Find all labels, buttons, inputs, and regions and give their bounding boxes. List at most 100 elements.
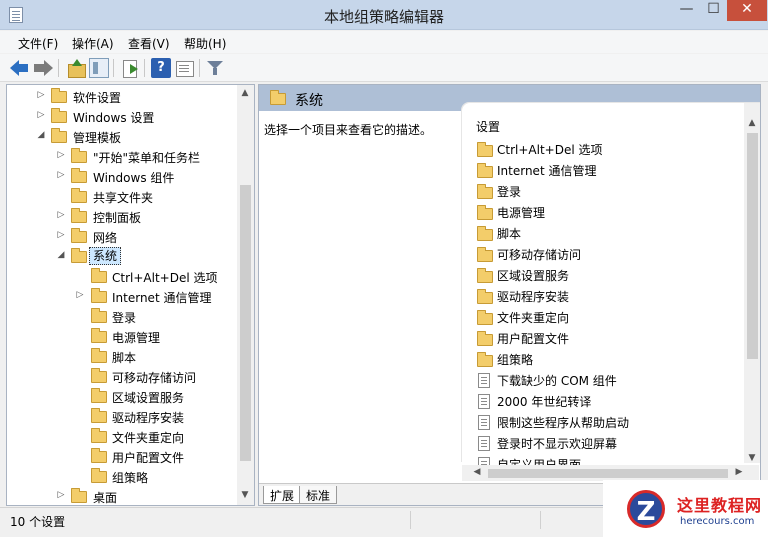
forward-arrow-icon[interactable]	[33, 58, 53, 78]
policy-setting-icon	[478, 415, 490, 430]
folder-icon	[71, 248, 87, 263]
status-separator	[540, 511, 541, 529]
tab-standard[interactable]: 标准	[299, 486, 338, 504]
folder-icon	[477, 142, 493, 157]
tree-item-label: Windows 组件	[93, 171, 175, 185]
menu-bar: 文件(F) 操作(A) 查看(V) 帮助(H)	[0, 31, 768, 53]
folder-icon	[91, 288, 107, 303]
folder-icon	[51, 108, 67, 123]
folder-icon	[91, 468, 107, 483]
scroll-up-arrow-icon[interactable]: ▲	[238, 88, 252, 98]
minimize-button[interactable]: —	[673, 0, 700, 21]
tree-vertical-scrollbar[interactable]: ▲ ▼	[237, 85, 254, 505]
list-scrollbar-thumb[interactable]	[747, 133, 758, 359]
window-title: 本地组策略编辑器	[323, 8, 444, 26]
list-vertical-scrollbar[interactable]: ▲ ▼	[744, 103, 760, 463]
collapse-arrow-icon[interactable]: ◢	[56, 250, 66, 260]
expand-arrow-icon[interactable]: ▷	[56, 170, 66, 180]
folder-icon	[477, 184, 493, 199]
watermark-url: herecours.com	[680, 516, 755, 527]
tree-item-label: 区域设置服务	[112, 391, 185, 405]
tree-item-label: 用户配置文件	[112, 451, 185, 465]
expand-arrow-icon[interactable]: ▷	[75, 290, 85, 300]
horizontal-scrollbar-thumb[interactable]	[488, 469, 728, 478]
folder-icon	[477, 310, 493, 325]
list-item-label: 脚本	[497, 227, 522, 241]
expand-arrow-icon[interactable]: ▷	[36, 110, 46, 120]
expand-arrow-icon[interactable]: ▷	[56, 490, 66, 500]
status-separator	[410, 511, 411, 529]
scroll-right-arrow-icon[interactable]: ▶	[732, 467, 746, 477]
list-item-label: 文件夹重定向	[497, 311, 570, 325]
folder-icon	[91, 368, 107, 383]
folder-icon	[71, 228, 87, 243]
tree-item-label: 登录	[112, 311, 137, 325]
tree-item-label: 网络	[93, 231, 118, 245]
expand-arrow-icon[interactable]: ▷	[56, 210, 66, 220]
tree-item-label: Internet 通信管理	[112, 291, 212, 305]
watermark-title: 这里教程网	[677, 496, 763, 515]
title-bar: 本地组策略编辑器 — ☐ ✕	[0, 0, 768, 30]
scroll-left-arrow-icon[interactable]: ◀	[470, 467, 484, 477]
item-description: 选择一个项目来查看它的描述。	[264, 123, 433, 137]
export-list-icon[interactable]	[120, 58, 140, 78]
list-item-label: 下载缺少的 COM 组件	[497, 374, 617, 388]
folder-icon	[51, 88, 67, 103]
column-header-settings[interactable]: 设置	[476, 118, 500, 135]
folder-icon	[477, 205, 493, 220]
tree-item-label: 控制面板	[93, 211, 142, 225]
scroll-up-arrow-icon[interactable]: ▲	[745, 118, 759, 128]
list-item-label: 用户配置文件	[497, 332, 570, 346]
filter-icon[interactable]	[205, 58, 225, 78]
toolbar: ?	[0, 54, 768, 82]
expand-arrow-icon[interactable]: ▷	[56, 230, 66, 240]
menu-help[interactable]: 帮助(H)	[184, 35, 226, 52]
expand-arrow-icon[interactable]: ▷	[36, 90, 46, 100]
maximize-button[interactable]: ☐	[700, 0, 727, 21]
show-tree-icon[interactable]	[89, 58, 109, 78]
folder-icon	[71, 148, 87, 163]
tree-scrollbar-thumb[interactable]	[240, 185, 251, 461]
scroll-down-arrow-icon[interactable]: ▼	[745, 453, 759, 463]
scroll-down-arrow-icon[interactable]: ▼	[238, 490, 252, 500]
tree-item-label: 脚本	[112, 351, 137, 365]
list-item-label: 区域设置服务	[497, 269, 570, 283]
settings-list: 设置 Ctrl+Alt+Del 选项 Internet 通信管理 登录 电源管理…	[462, 103, 760, 472]
menu-action[interactable]: 操作(A)	[72, 35, 114, 52]
folder-icon	[71, 168, 87, 183]
status-settings-count: 10 个设置	[10, 515, 66, 529]
list-item-label: 限制这些程序从帮助启动	[497, 416, 630, 430]
folder-icon	[71, 208, 87, 223]
menu-file[interactable]: 文件(F)	[18, 35, 58, 52]
list-horizontal-scrollbar[interactable]: ◀ ▶	[462, 465, 759, 481]
tab-extended[interactable]: 扩展	[263, 486, 302, 504]
tree-item-label: 管理模板	[73, 131, 122, 145]
up-folder-icon[interactable]	[66, 58, 86, 78]
help-icon[interactable]: ?	[151, 58, 171, 78]
back-arrow-icon[interactable]	[10, 58, 30, 78]
folder-icon	[477, 352, 493, 367]
folder-icon	[477, 226, 493, 241]
folder-icon	[91, 428, 107, 443]
close-button[interactable]: ✕	[727, 0, 767, 21]
folder-icon	[477, 268, 493, 283]
toolbar-separator	[144, 59, 145, 77]
tree-item-label: 电源管理	[112, 331, 161, 345]
folder-icon	[91, 308, 107, 323]
menu-view[interactable]: 查看(V)	[128, 35, 170, 52]
list-item-label: Internet 通信管理	[497, 164, 597, 178]
folder-icon	[91, 268, 107, 283]
collapse-arrow-icon[interactable]: ◢	[36, 130, 46, 140]
watermark-logo-icon: Z	[627, 490, 665, 528]
folder-icon	[71, 188, 87, 203]
properties-icon[interactable]	[174, 58, 194, 78]
expand-arrow-icon[interactable]: ▷	[56, 150, 66, 160]
tree-item-label: Windows 设置	[73, 111, 155, 125]
folder-icon	[477, 289, 493, 304]
folder-icon	[91, 448, 107, 463]
folder-icon	[91, 408, 107, 423]
list-item-label: 登录	[497, 185, 522, 199]
tree-item-label: 文件夹重定向	[112, 431, 185, 445]
policy-setting-icon	[478, 373, 490, 388]
folder-icon	[477, 331, 493, 346]
